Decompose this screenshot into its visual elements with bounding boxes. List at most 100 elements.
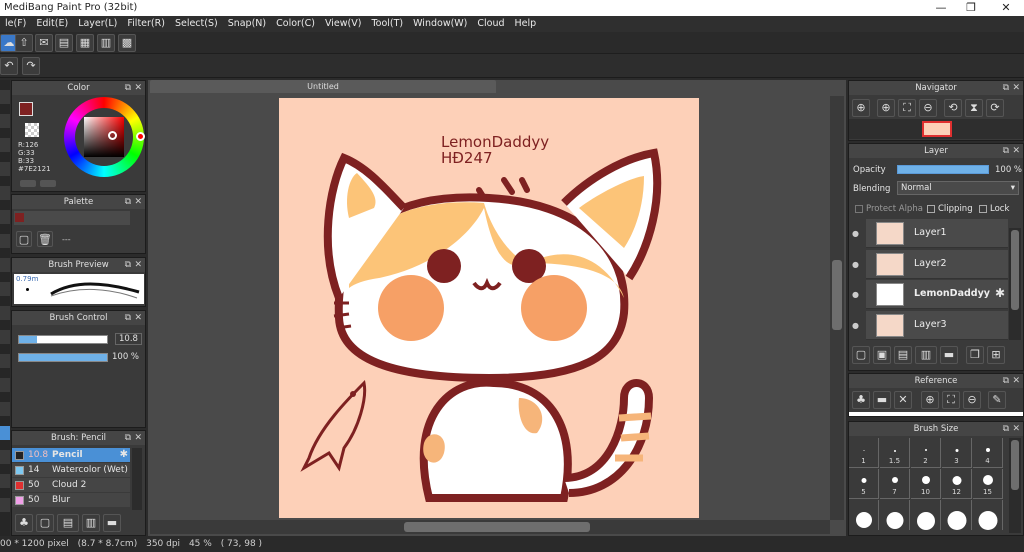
palette-swatch-area[interactable]	[14, 211, 130, 225]
brush-size-large[interactable]	[973, 500, 1003, 530]
shape-tool-icon[interactable]	[0, 354, 10, 368]
brush-opacity-slider[interactable]	[18, 353, 108, 362]
vertical-scroll-thumb[interactable]	[832, 260, 842, 330]
menu-window[interactable]: Window(W)	[408, 16, 472, 32]
close-panel-icon[interactable]: ✕	[1012, 81, 1020, 95]
reference-zoom-out-icon[interactable]: ⊖	[963, 391, 981, 409]
maximize-button[interactable]: ❐	[955, 0, 987, 16]
undock-icon[interactable]: ⧉	[1003, 144, 1009, 158]
undock-icon[interactable]: ⧉	[125, 258, 131, 272]
brush-size-7[interactable]: 7	[880, 469, 910, 499]
close-panel-icon[interactable]: ✕	[1012, 374, 1020, 388]
layer-row-layer1[interactable]: Layer1	[866, 219, 1008, 248]
brush-list-scrollbar[interactable]	[132, 448, 142, 510]
blur-tool-icon[interactable]	[0, 450, 10, 464]
menu-color[interactable]: Color(C)	[271, 16, 320, 32]
brush-size-5[interactable]: 5	[849, 469, 879, 499]
menu-help[interactable]: Help	[510, 16, 542, 32]
reference-close-icon[interactable]: ✕	[894, 391, 912, 409]
brush-menu-icon[interactable]: ▤	[57, 514, 79, 532]
navigator-preview[interactable]	[849, 119, 1023, 139]
brush-size-large[interactable]	[942, 500, 972, 530]
rotate-right-icon[interactable]: ⟳	[986, 99, 1004, 117]
close-panel-icon[interactable]: ✕	[134, 195, 142, 209]
crop-tool-icon[interactable]	[0, 498, 10, 512]
brush-size-value[interactable]: 10.8	[115, 333, 142, 345]
folder-icon[interactable]: ▬	[103, 514, 121, 532]
brush-size-3[interactable]: 3	[942, 438, 972, 468]
new-8bit-layer-icon[interactable]: ▣	[873, 346, 891, 364]
gear-icon[interactable]: ✱	[120, 448, 128, 462]
hue-handle[interactable]	[136, 132, 145, 141]
blending-select[interactable]: Normal ▾	[897, 181, 1019, 195]
color-mode-button[interactable]	[20, 180, 36, 187]
line-tool-icon[interactable]	[0, 378, 10, 392]
zoom-tool-icon[interactable]	[0, 306, 10, 320]
palette-swatch[interactable]	[15, 213, 24, 222]
comment-icon[interactable]: ▤	[55, 34, 73, 52]
close-panel-icon[interactable]: ✕	[134, 81, 142, 95]
brush-item-blur[interactable]: 50 Blur	[12, 493, 130, 507]
layer-row-lemondaddyy[interactable]: LemonDaddyy ✱	[866, 280, 1008, 309]
menu-file[interactable]: le(F)	[0, 16, 31, 32]
gear-icon[interactable]: ✱	[995, 286, 1005, 300]
menu-cloud[interactable]: Cloud	[472, 16, 509, 32]
gradient-tool-icon[interactable]	[0, 234, 10, 248]
new-brush-icon[interactable]: ▢	[36, 514, 54, 532]
zoom-out-icon[interactable]: ⊖	[919, 99, 937, 117]
layer-row-layer2[interactable]: Layer2	[866, 250, 1008, 279]
brush-size-scroll-thumb[interactable]	[1011, 440, 1019, 490]
fill-tool-icon[interactable]	[0, 186, 10, 200]
select-tool-icon[interactable]	[0, 114, 10, 128]
navigator-viewport[interactable]	[922, 121, 952, 137]
brush-item-watercolor[interactable]: 14 Watercolor (Wet)	[12, 463, 130, 477]
lasso-tool-icon[interactable]	[0, 138, 10, 152]
primary-color-swatch[interactable]	[19, 102, 33, 116]
menu-filter[interactable]: Filter(R)	[122, 16, 170, 32]
hue-wheel[interactable]	[64, 97, 145, 177]
undock-icon[interactable]: ⧉	[1003, 422, 1009, 436]
protect-alpha-checkbox[interactable]: Protect Alpha	[855, 204, 923, 214]
brush-item-cloud[interactable]: 50 Cloud 2	[12, 478, 130, 492]
delete-palette-icon[interactable]: 🗑	[37, 231, 53, 247]
merge-layer-icon[interactable]: ⊞	[987, 346, 1005, 364]
grid-icon[interactable]: ▩	[118, 34, 136, 52]
layer-opacity-slider[interactable]	[897, 165, 989, 174]
brush-size-10[interactable]: 10	[911, 469, 941, 499]
transform-tool-icon[interactable]	[0, 402, 10, 416]
duplicate-layer-icon[interactable]: ❐	[966, 346, 984, 364]
close-button[interactable]: ✕	[990, 0, 1022, 16]
reference-cloud-icon[interactable]: ♣	[852, 391, 870, 409]
horizontal-scroll-thumb[interactable]	[404, 522, 590, 532]
vertical-scrollbar[interactable]	[830, 96, 844, 520]
new-palette-icon[interactable]: ▢	[16, 231, 32, 247]
add-brush-icon[interactable]: ♣	[15, 514, 33, 532]
reference-zoom-in-icon[interactable]: ⊕	[921, 391, 939, 409]
color-swap-button[interactable]	[40, 180, 56, 187]
brush-size-slider[interactable]	[18, 335, 108, 344]
dot-tool-icon[interactable]	[0, 474, 10, 488]
minimize-button[interactable]: —	[925, 0, 957, 16]
visibility-eye-icon[interactable]: ●	[852, 321, 862, 330]
menu-tool[interactable]: Tool(T)	[366, 16, 408, 32]
horizontal-scrollbar[interactable]	[150, 520, 830, 534]
layer-list-scrollbar[interactable]	[1009, 228, 1021, 340]
zoom-plus-icon[interactable]: ⊕	[877, 99, 895, 117]
text-tool-icon[interactable]	[0, 258, 10, 272]
menu-view[interactable]: View(V)	[320, 16, 366, 32]
reference-eyedropper-icon[interactable]: ✎	[988, 391, 1006, 409]
undock-icon[interactable]: ⧉	[125, 81, 131, 95]
close-panel-icon[interactable]: ✕	[134, 431, 142, 445]
redo-icon[interactable]: ↷	[22, 57, 40, 75]
brush-size-large[interactable]	[911, 500, 941, 530]
brush-size-large[interactable]	[880, 500, 910, 530]
menu-edit[interactable]: Edit(E)	[31, 16, 73, 32]
visibility-eye-icon[interactable]: ●	[852, 290, 862, 299]
undock-icon[interactable]: ⧉	[125, 311, 131, 325]
page-icon[interactable]: ▦	[76, 34, 94, 52]
brush-size-1-5[interactable]: 1.5	[880, 438, 910, 468]
layer-row-layer3[interactable]: Layer3	[866, 311, 1008, 340]
reference-fit-icon[interactable]: ⛶	[942, 391, 960, 409]
brush-size-12[interactable]: 12	[942, 469, 972, 499]
close-panel-icon[interactable]: ✕	[1012, 144, 1020, 158]
